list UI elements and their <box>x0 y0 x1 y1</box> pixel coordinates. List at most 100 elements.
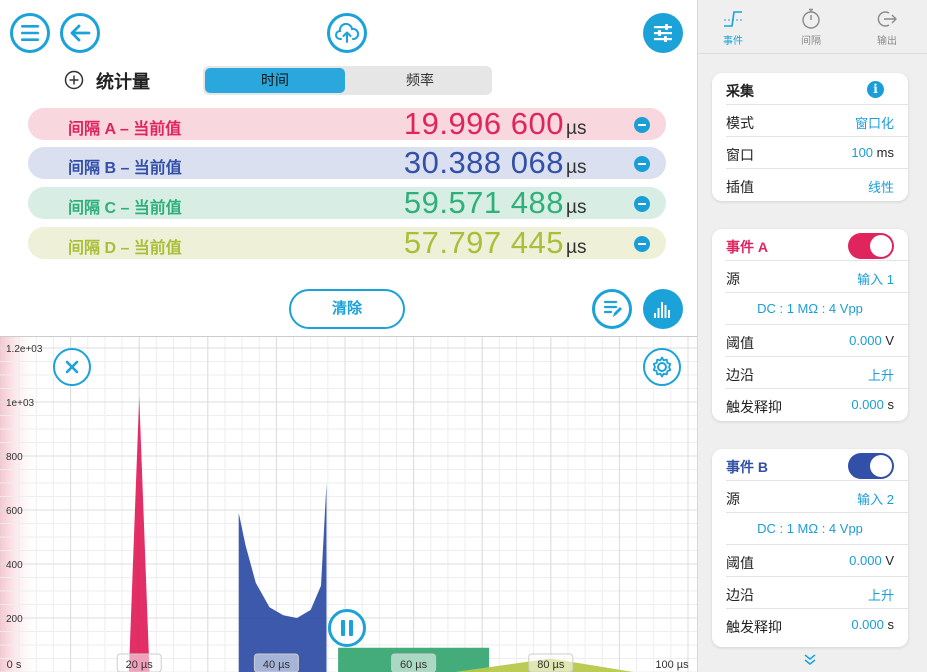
toggle-knob <box>870 455 892 477</box>
close-icon <box>65 360 79 374</box>
segment-frequency[interactable]: 频率 <box>350 68 490 93</box>
interval-a-unit: µs <box>566 118 587 139</box>
x-tick-label: 20 µs <box>126 659 154 671</box>
remove-interval-d-icon[interactable] <box>634 236 650 252</box>
window-unit: ms <box>873 145 894 160</box>
interval-c-unit: µs <box>566 197 587 218</box>
remove-interval-a-icon[interactable] <box>634 117 650 133</box>
y-tick-label: 200 <box>6 614 23 625</box>
window-row[interactable]: 窗口 100 ms <box>726 137 908 169</box>
scroll-down-chevron-icon[interactable] <box>802 654 818 666</box>
event-b-coupling-row[interactable]: DC : 1 MΩ : 4 Vpp <box>726 513 908 545</box>
event-b-title: 事件 B <box>726 459 768 475</box>
interval-b-value: 30.388 068 <box>403 145 564 180</box>
segment-time[interactable]: 时间 <box>205 68 345 93</box>
source-value: 输入 1 <box>857 272 894 287</box>
event-b-holdoff-row[interactable]: 触发释抑 0.000 s <box>726 609 908 641</box>
event-a-toggle[interactable] <box>848 233 894 259</box>
window-number: 100 <box>851 145 874 160</box>
x-tick-label: 40 µs <box>263 659 291 671</box>
stopwatch-icon <box>802 8 820 29</box>
interval-c-value: 59.571 488 <box>403 185 564 220</box>
threshold-unit: V <box>881 333 894 348</box>
back-arrow-icon <box>70 24 91 42</box>
menu-icon <box>21 25 39 41</box>
threshold-key: 阈值 <box>726 335 754 351</box>
output-icon <box>877 11 897 27</box>
event-b-header: 事件 B <box>726 449 908 481</box>
holdoff-key: 触发释抑 <box>726 399 782 415</box>
time-frequency-segment: 时间 频率 <box>203 66 492 95</box>
window-value: 100 ms <box>851 145 894 160</box>
acquire-card: 采集 i 模式 窗口化 窗口 100 ms 插值 线性 <box>712 73 908 201</box>
sliders-icon <box>654 24 672 42</box>
tab-events[interactable]: 事件 <box>703 6 763 47</box>
edge-key: 边沿 <box>726 367 754 383</box>
tab-intervals[interactable]: 间隔 <box>781 6 841 47</box>
event-a-coupling-row[interactable]: DC : 1 MΩ : 4 Vpp <box>726 293 908 325</box>
pause-button[interactable] <box>328 609 366 647</box>
holdoff-number: 0.000 <box>851 617 884 632</box>
tab-events-label: 事件 <box>723 36 743 47</box>
event-a-edge-row[interactable]: 边沿 上升 <box>726 357 908 389</box>
info-icon[interactable]: i <box>867 81 884 98</box>
event-a-source-row[interactable]: 源 输入 1 <box>726 261 908 293</box>
add-statistic-icon[interactable] <box>64 70 84 90</box>
histogram-button[interactable] <box>643 289 683 329</box>
coupling-value: DC : 1 MΩ : 4 Vpp <box>757 521 863 536</box>
event-b-threshold-row[interactable]: 阈值 0.000 V <box>726 545 908 577</box>
interval-c-label: 间隔 C – 当前值 <box>68 200 182 217</box>
interpolation-row[interactable]: 插值 线性 <box>726 169 908 201</box>
upload-button[interactable] <box>327 13 367 53</box>
threshold-value: 0.000 V <box>849 553 894 568</box>
toggle-knob <box>870 235 892 257</box>
event-b-card: 事件 B 源 输入 2 DC : 1 MΩ : 4 Vpp 阈值 0.000 V… <box>712 449 908 647</box>
threshold-number: 0.000 <box>849 333 882 348</box>
measurement-pane: 统计量 时间 频率 间隔 A – 当前值 19.996 600 µs 间隔 B … <box>0 0 697 672</box>
interval-a-value: 19.996 600 <box>403 106 564 141</box>
remove-interval-c-icon[interactable] <box>634 196 650 212</box>
event-a-threshold-row[interactable]: 阈值 0.000 V <box>726 325 908 357</box>
menu-button[interactable] <box>10 13 50 53</box>
remove-interval-b-icon[interactable] <box>634 156 650 172</box>
clear-button[interactable]: 清除 <box>289 289 405 329</box>
interval-b-label: 间隔 B – 当前值 <box>68 160 182 177</box>
mode-value: 窗口化 <box>854 116 894 131</box>
event-a-holdoff-row[interactable]: 触发释抑 0.000 s <box>726 389 908 421</box>
holdoff-key: 触发释抑 <box>726 619 782 635</box>
interval-d-unit: µs <box>566 237 587 258</box>
y-tick-label: 800 <box>6 452 23 463</box>
interval-a-row: 间隔 A – 当前值 19.996 600 µs <box>28 106 666 141</box>
y-tick-label: 400 <box>6 560 23 571</box>
mode-row[interactable]: 模式 窗口化 <box>726 105 908 137</box>
histogram-chart[interactable]: 200 400 600 800 1e+03 1.2e+03 0 s 20 µs 40 µs 60 … <box>0 336 697 672</box>
chart-settings-button[interactable] <box>643 348 681 386</box>
app-root: 统计量 时间 频率 间隔 A – 当前值 19.996 600 µs 间隔 B … <box>0 0 927 672</box>
x-tick-label: 100 µs <box>655 659 689 671</box>
y-tick-label: 1.2e+03 <box>6 344 43 355</box>
tab-intervals-label: 间隔 <box>801 36 821 47</box>
notes-button[interactable] <box>592 289 632 329</box>
event-b-edge-row[interactable]: 边沿 上升 <box>726 577 908 609</box>
event-a-title: 事件 A <box>726 239 768 255</box>
close-chart-button[interactable] <box>53 348 91 386</box>
edge-value: 上升 <box>867 368 894 383</box>
holdoff-value: 0.000 s <box>851 397 894 412</box>
acquire-header: 采集 i <box>726 73 908 105</box>
settings-sliders-button[interactable] <box>643 13 683 53</box>
holdoff-value: 0.000 s <box>851 617 894 632</box>
interval-c-row: 间隔 C – 当前值 59.571 488 µs <box>28 185 666 220</box>
pause-icon <box>341 620 353 636</box>
threshold-value: 0.000 V <box>849 333 894 348</box>
y-tick-label: 1e+03 <box>6 398 35 409</box>
cloud-upload-icon <box>335 23 359 43</box>
gear-icon <box>652 356 672 378</box>
mode-key: 模式 <box>726 115 754 131</box>
edge-key: 边沿 <box>726 587 754 603</box>
interpolation-key: 插值 <box>726 179 754 195</box>
event-b-toggle[interactable] <box>848 453 894 479</box>
back-button[interactable] <box>60 13 100 53</box>
event-b-source-row[interactable]: 源 输入 2 <box>726 481 908 513</box>
edit-notes-icon <box>603 300 622 317</box>
tab-output[interactable]: 输出 <box>857 6 917 47</box>
